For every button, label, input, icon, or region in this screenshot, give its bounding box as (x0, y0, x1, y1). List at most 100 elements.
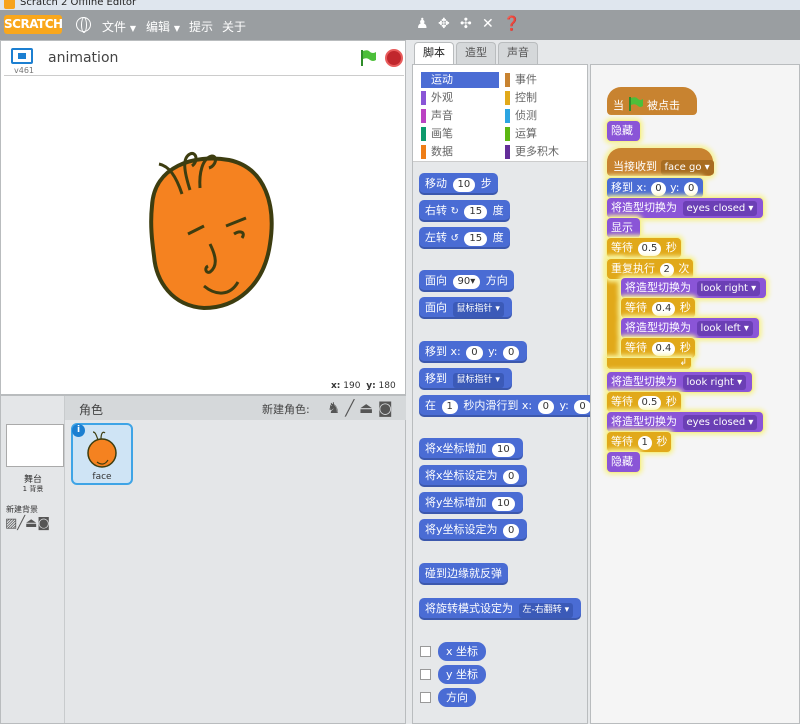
costume-dropdown[interactable]: eyes closed ▾ (682, 201, 758, 216)
costume-dropdown[interactable]: look left ▾ (696, 321, 753, 336)
block-number-input[interactable]: 15 (464, 232, 488, 246)
block-number-input[interactable]: 2 (659, 263, 674, 277)
block-number-input[interactable]: 10 (492, 443, 515, 457)
tab-scripts[interactable]: 脚本 (414, 42, 454, 65)
category-control[interactable]: 控制 (505, 90, 583, 106)
paint-brush-icon[interactable]: ╱ (345, 399, 354, 417)
block-number-input[interactable]: 0.4 (651, 342, 676, 356)
block-bounce[interactable]: 碰到边缘就反弹 (419, 563, 508, 585)
block-number-input[interactable]: 0 (537, 400, 554, 414)
image-library-icon[interactable]: ▨ (5, 516, 17, 531)
block-turn-right[interactable]: 右转 ↻ 15 度 (419, 200, 510, 222)
block-number-input[interactable]: 0 (466, 346, 483, 360)
block-number-input[interactable]: 1 (441, 400, 458, 414)
block-dropdown[interactable]: 鼠标指针 ▾ (452, 302, 504, 317)
block-hide[interactable]: 隐藏 (607, 121, 640, 141)
camera-icon[interactable]: ◙ (378, 399, 393, 417)
block-change-x[interactable]: 将x坐标增加 10 (419, 438, 523, 460)
block-wait[interactable]: 等待 0.4 秒 (621, 338, 695, 358)
scratch-logo[interactable]: SCRATCH (4, 15, 63, 34)
stage-canvas[interactable] (4, 75, 404, 377)
block-switch-costume[interactable]: 将造型切换为 look right ▾ (621, 278, 767, 298)
block-number-input[interactable]: 0 (651, 182, 666, 196)
block-switch-costume[interactable]: 将造型切换为 look left ▾ (621, 318, 759, 338)
costume-dropdown[interactable]: look right ▾ (696, 281, 761, 296)
sprite-thumbnail-face[interactable]: i face (71, 423, 133, 485)
reporter-direction[interactable]: 方向 (438, 688, 476, 707)
costume-dropdown[interactable]: look right ▾ (682, 375, 747, 390)
block-glide[interactable]: 在 1 秒内滑行到 x: 0 y: 0 (419, 395, 599, 417)
checkbox-x-position[interactable] (420, 646, 431, 657)
scripts-area[interactable]: 当 被点击 隐藏 当接收到 face go ▾ 移到 x: 0 y: 0 将造型… (590, 64, 800, 724)
block-show[interactable]: 显示 (607, 218, 640, 238)
category-data[interactable]: 数据 (421, 144, 499, 160)
block-goto-xy[interactable]: 移到 x: 0 y: 0 (607, 178, 704, 198)
block-goto[interactable]: 移到 鼠标指针 ▾ (419, 368, 512, 390)
message-dropdown[interactable]: face go ▾ (660, 160, 714, 175)
block-number-input[interactable]: 0.4 (651, 302, 676, 316)
category-motion[interactable]: 运动 (421, 72, 499, 88)
block-point-direction[interactable]: 面向 90▾ 方向 (419, 270, 514, 292)
block-point-towards[interactable]: 面向 鼠标指针 ▾ (419, 297, 512, 319)
block-wait[interactable]: 等待 0.5 秒 (607, 238, 681, 258)
camera-icon[interactable]: ◙ (37, 516, 50, 531)
cut-tool-icon[interactable]: ✥ (438, 16, 450, 32)
block-change-y[interactable]: 将y坐标增加 10 (419, 492, 523, 514)
block-number-input[interactable]: 90▾ (452, 275, 481, 289)
block-number-input[interactable]: 0 (574, 400, 591, 414)
category-pen[interactable]: 画笔 (421, 126, 499, 142)
block-switch-costume[interactable]: 将造型切换为 eyes closed ▾ (607, 412, 764, 432)
tab-sounds[interactable]: 声音 (498, 42, 538, 64)
reporter-x-position[interactable]: x 坐标 (438, 642, 487, 661)
language-globe-icon[interactable] (76, 17, 91, 33)
project-title[interactable]: animation (48, 50, 118, 66)
block-number-input[interactable]: 1 (637, 436, 652, 450)
help-tool-icon[interactable]: ❓ (503, 16, 520, 32)
tab-costumes[interactable]: 造型 (456, 42, 496, 64)
stop-icon[interactable] (385, 49, 403, 67)
hat-when-flag-clicked[interactable]: 当 被点击 (607, 87, 697, 115)
checkbox-y-position[interactable] (420, 669, 431, 680)
duplicate-tool-icon[interactable]: ♟ (416, 16, 429, 32)
block-wait[interactable]: 等待 0.5 秒 (607, 392, 681, 412)
menu-tips[interactable]: 提示 (189, 18, 213, 35)
upload-icon[interactable]: ⏏ (25, 516, 37, 531)
stage-thumbnail[interactable] (6, 424, 64, 467)
block-number-input[interactable]: 10 (492, 497, 515, 511)
category-operators[interactable]: 运算 (505, 126, 583, 142)
block-switch-costume[interactable]: 将造型切换为 eyes closed ▾ (607, 198, 764, 218)
block-hide[interactable]: 隐藏 (607, 452, 640, 472)
block-number-input[interactable]: 15 (464, 205, 488, 219)
block-wait[interactable]: 等待 1 秒 (607, 432, 672, 452)
menu-edit[interactable]: 编辑 ▼ (146, 18, 180, 35)
paint-brush-icon[interactable]: ╱ (17, 516, 25, 531)
upload-icon[interactable]: ⏏ (359, 399, 373, 417)
block-number-input[interactable]: 0 (503, 524, 520, 538)
green-flag-icon[interactable] (359, 49, 377, 67)
block-dropdown[interactable]: 鼠标指针 ▾ (452, 373, 504, 388)
block-repeat[interactable]: 重复执行 2 次 (607, 259, 694, 279)
category-looks[interactable]: 外观 (421, 90, 499, 106)
shrink-tool-icon[interactable]: ✕ (482, 16, 494, 32)
checkbox-direction[interactable] (420, 692, 431, 703)
reporter-y-position[interactable]: y 坐标 (438, 665, 487, 684)
face-sprite-drawing[interactable] (4, 76, 404, 378)
block-number-input[interactable]: 10 (452, 178, 476, 192)
category-sensing[interactable]: 侦测 (505, 108, 583, 124)
block-dropdown[interactable]: 左-右翻转 ▾ (518, 603, 574, 618)
block-goto-xy[interactable]: 移到 x: 0 y: 0 (419, 341, 528, 363)
category-more-blocks[interactable]: 更多积木 (505, 144, 583, 160)
category-events[interactable]: 事件 (505, 72, 583, 88)
menu-about[interactable]: 关于 (222, 18, 246, 35)
category-sound[interactable]: 声音 (421, 108, 499, 124)
menu-file[interactable]: 文件 ▼ (102, 18, 136, 35)
sprite-library-icon[interactable]: ♞ (327, 399, 340, 417)
block-wait[interactable]: 等待 0.4 秒 (621, 298, 695, 318)
block-number-input[interactable]: 0.5 (637, 396, 662, 410)
block-number-input[interactable]: 0 (503, 346, 520, 360)
block-number-input[interactable]: 0.5 (637, 242, 662, 256)
block-number-input[interactable]: 0 (503, 470, 520, 484)
costume-dropdown[interactable]: eyes closed ▾ (682, 415, 758, 430)
block-number-input[interactable]: 0 (684, 182, 699, 196)
block-set-x[interactable]: 将x坐标设定为 0 (419, 465, 528, 487)
